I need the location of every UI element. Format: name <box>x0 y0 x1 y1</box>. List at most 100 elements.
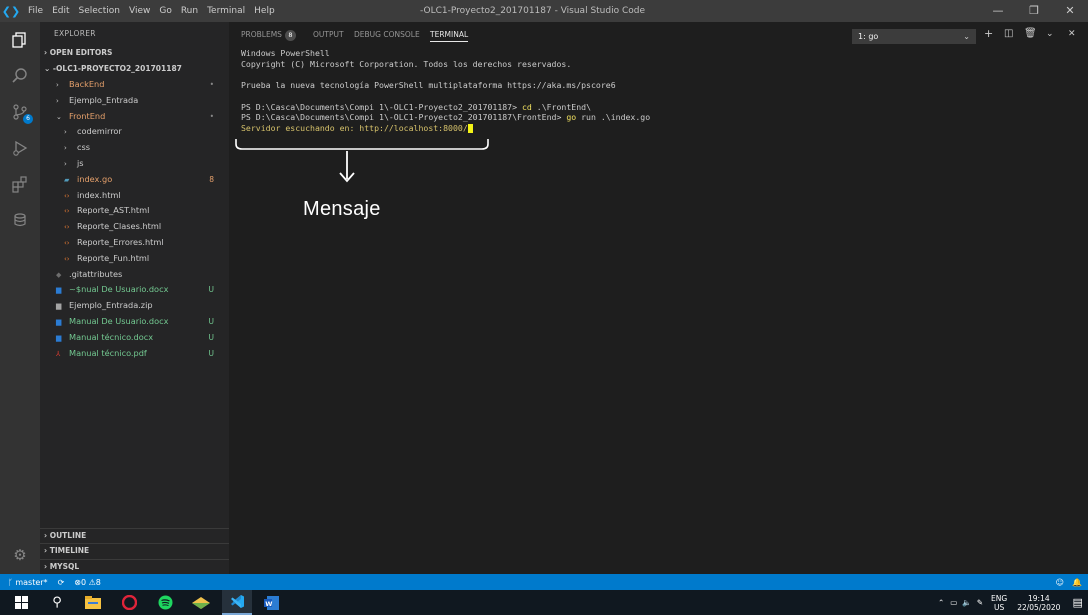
workspace-root[interactable]: ⌄ -OLC1-PROYECTO2_201701187 <box>40 62 229 76</box>
tab-debug-console[interactable]: DEBUG CONSOLE <box>354 22 420 48</box>
pen-icon[interactable]: ✎ <box>977 598 983 607</box>
svg-text:W: W <box>265 599 272 607</box>
warning-icon: ⚠ <box>88 577 96 587</box>
word-icon[interactable]: W <box>258 590 284 615</box>
tree-item-label: .gitattributes <box>69 268 123 279</box>
sync-icon[interactable]: ⟳ <box>58 578 65 587</box>
tree-item[interactable]: ▆ Ejemplo_Entrada.zip <box>40 298 229 314</box>
problems-status[interactable]: ⊗0 ⚠8 <box>74 578 101 587</box>
tree-item[interactable]: ⅄ Manual técnico.pdf U <box>40 346 229 362</box>
zip-file-icon: ▆ <box>56 302 62 311</box>
minimize-icon[interactable]: — <box>980 0 1016 22</box>
problems-count-badge: 8 <box>284 30 296 41</box>
tree-item-label: index.go <box>77 173 113 184</box>
menu-go[interactable]: Go <box>159 6 171 16</box>
tree-item[interactable]: ◆ .gitattributes <box>40 267 229 283</box>
menu-terminal[interactable]: Terminal <box>207 6 245 16</box>
tree-item[interactable]: › Ejemplo_Entrada <box>40 93 229 109</box>
chevron-up-icon[interactable]: ⌄ <box>1046 29 1054 39</box>
close-icon[interactable]: ✕ <box>1052 0 1088 22</box>
explorer-title: EXPLORER <box>54 29 96 38</box>
open-editors-section[interactable]: › OPEN EDITORS <box>40 46 229 60</box>
window-title: -OLC1-Proyecto2_201701187 - Visual Studi… <box>420 6 646 16</box>
chevron-right-icon: › <box>56 96 59 105</box>
activity-bar: 6 ⚙ <box>0 22 40 574</box>
terminal-args: .\FrontEnd\ <box>531 101 591 112</box>
opera-browser-icon[interactable] <box>116 590 142 615</box>
tree-item[interactable]: ▰ index.go 8 <box>40 172 229 188</box>
database-icon[interactable] <box>0 202 40 238</box>
branch-status[interactable]: ᚴ master* <box>8 578 48 587</box>
tree-item[interactable]: › css <box>40 140 229 156</box>
tree-item[interactable]: ‹› index.html <box>40 188 229 204</box>
tree-item[interactable]: ▆ Manual De Usuario.docx U <box>40 314 229 330</box>
menu-run[interactable]: Run <box>181 6 198 16</box>
tree-item[interactable]: ‹› Reporte_Fun.html <box>40 251 229 267</box>
notifications-bell-icon[interactable]: 🔔 <box>1072 578 1082 587</box>
chevron-up-icon[interactable]: ⌃ <box>938 598 944 607</box>
taskbar-search-icon[interactable]: ⚲ <box>44 590 70 615</box>
bottom-sections: › OUTLINE › TIMELINE › MYSQL <box>40 527 229 575</box>
language-indicator[interactable]: ENG US <box>991 594 1007 612</box>
menu-selection[interactable]: Selection <box>79 6 120 16</box>
tree-item[interactable]: ‹› Reporte_AST.html <box>40 203 229 219</box>
extensions-icon[interactable] <box>0 166 40 202</box>
git-status-badge: • <box>209 80 214 89</box>
word-file-icon: ▆ <box>56 317 62 326</box>
annotation-arrow-icon <box>339 151 355 183</box>
action-center-icon[interactable]: ▤ <box>1072 596 1082 609</box>
terminal-line: Servidor escuchando en: http://localhost… <box>241 123 1071 134</box>
terminal-output[interactable]: Windows PowerShell Copyright (C) Microso… <box>241 48 1071 133</box>
source-control-icon[interactable]: 6 <box>0 94 40 130</box>
feedback-icon[interactable]: ☺ <box>1056 578 1064 587</box>
tree-item[interactable]: ⌄ FrontEnd • <box>40 109 229 125</box>
git-status-badge: • <box>209 111 214 121</box>
spotify-icon[interactable] <box>152 590 178 615</box>
window-controls: — ❐ ✕ <box>980 0 1088 22</box>
volume-icon[interactable]: 🔈 <box>962 598 971 607</box>
timeline-section[interactable]: › TIMELINE <box>40 543 229 559</box>
tab-terminal[interactable]: TERMINAL <box>430 22 469 48</box>
error-icon: ⊗ <box>74 577 81 587</box>
tree-item-label: css <box>77 142 91 153</box>
menu-file[interactable]: File <box>28 6 43 16</box>
tree-item[interactable]: ▆ Manual técnico.docx U <box>40 330 229 346</box>
close-panel-icon[interactable]: ✕ <box>1068 29 1076 39</box>
tree-item[interactable]: › js <box>40 156 229 172</box>
windows-taskbar: ⚲ W ⌃ ▭ 🔈 ✎ ENG US 19:14 22/05/2020 ▤ <box>0 590 1088 615</box>
tree-item[interactable]: ‹› Reporte_Errores.html <box>40 235 229 251</box>
split-terminal-icon[interactable]: ◫ <box>1004 28 1013 39</box>
html-file-icon: ‹› <box>64 238 70 247</box>
explorer-icon[interactable] <box>0 22 40 58</box>
trash-icon[interactable]: 🗑 <box>1024 28 1037 39</box>
windows-start-icon[interactable] <box>8 590 34 615</box>
tree-item-label: ~$nual De Usuario.docx <box>69 284 169 295</box>
word-file-icon: ▆ <box>56 286 62 295</box>
tree-item[interactable]: › codemirror <box>40 124 229 140</box>
outline-section[interactable]: › OUTLINE <box>40 527 229 544</box>
terminal-select[interactable]: 1: go ⌄ <box>852 29 976 44</box>
mysql-section[interactable]: › MYSQL <box>40 558 229 575</box>
tree-item[interactable]: ‹› Reporte_Clases.html <box>40 219 229 235</box>
file-explorer-icon[interactable] <box>80 590 106 615</box>
menu-edit[interactable]: Edit <box>52 6 69 16</box>
vscode-taskbar-icon[interactable] <box>222 590 252 615</box>
tree-item[interactable]: ▆ ~$nual De Usuario.docx U <box>40 282 229 298</box>
settings-gear-icon[interactable]: ⚙ <box>0 540 40 570</box>
run-debug-icon[interactable] <box>0 130 40 166</box>
terminal-args: run .\index.go <box>576 112 651 122</box>
clock[interactable]: 19:14 22/05/2020 <box>1017 594 1060 612</box>
app-icon[interactable] <box>188 590 214 615</box>
menu-view[interactable]: View <box>129 6 150 16</box>
html-file-icon: ‹› <box>64 191 70 200</box>
tree-item[interactable]: › BackEnd • <box>40 77 229 93</box>
tree-item-label: Reporte_AST.html <box>77 205 150 216</box>
restore-icon[interactable]: ❐ <box>1016 0 1052 22</box>
search-icon[interactable] <box>0 58 40 94</box>
tab-output[interactable]: OUTPUT <box>313 22 344 48</box>
network-icon[interactable]: ▭ <box>950 598 957 607</box>
tab-problems[interactable]: PROBLEMS 8 <box>241 22 296 48</box>
tree-item-label: Reporte_Errores.html <box>77 236 164 247</box>
menu-help[interactable]: Help <box>254 6 275 16</box>
add-terminal-icon[interactable]: + <box>984 27 993 40</box>
